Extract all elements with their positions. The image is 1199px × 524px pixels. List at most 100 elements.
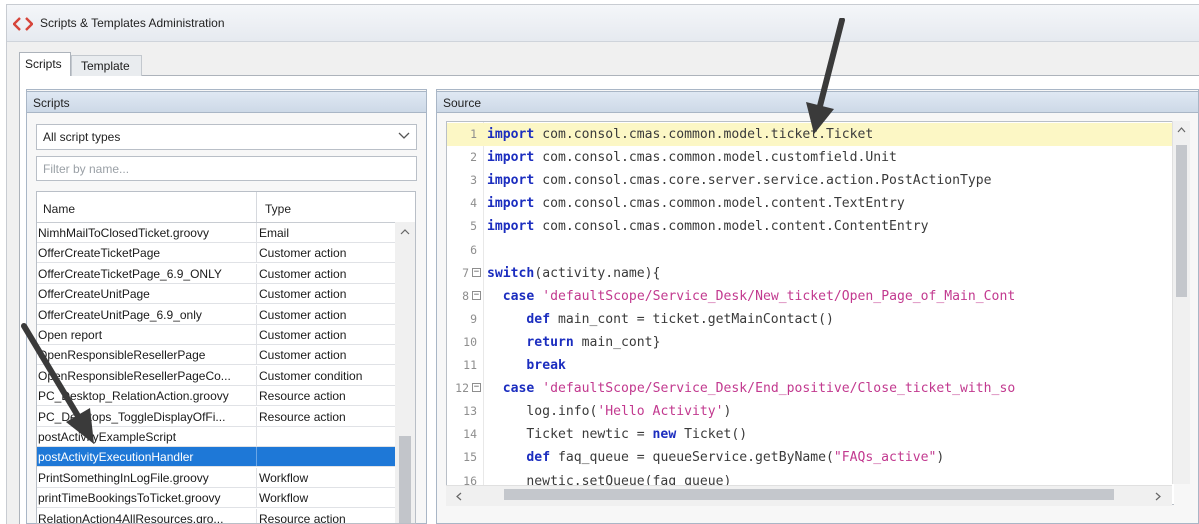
code-keyword: case (502, 288, 535, 304)
script-name-cell: PrintSomethingInLogFile.groovy (38, 470, 209, 485)
scroll-up-icon[interactable] (1176, 126, 1187, 134)
code-line[interactable]: 11 break (447, 354, 1174, 377)
line-number: 9 (470, 311, 477, 326)
code-keyword: import (487, 196, 535, 212)
tab-template[interactable]: Template (71, 55, 142, 76)
code-keyword: import (487, 219, 535, 235)
code-token: main_cont = ticket.getMainContact() (550, 311, 834, 327)
code-line[interactable]: 13 log.info('Hello Activity') (447, 400, 1174, 423)
chevron-down-icon[interactable] (397, 130, 411, 142)
script-name-cell: printTimeBookingsToTicket.groovy (38, 491, 221, 506)
annotation-arrow-icon (806, 18, 845, 134)
annotation-arrow-icon (21, 323, 94, 444)
line-number: 2 (470, 150, 477, 165)
scroll-up-icon[interactable] (399, 228, 411, 236)
cell-divider (256, 345, 257, 365)
code-string: 'defaultScope/Service_Desk/End_positive/… (542, 381, 1016, 397)
cell-divider (256, 427, 257, 446)
table-row[interactable]: OfferCreateTicketPage_6.9_ONLY Customer a… (37, 263, 395, 284)
table-row[interactable]: OfferCreateUnitPage Customer action (37, 284, 395, 305)
table-row[interactable]: NimhMailToClosedTicket.groovy Email (37, 223, 395, 243)
scroll-right-icon[interactable] (1154, 491, 1162, 502)
code-token: Ticket newtic = (487, 427, 653, 443)
filter-by-name-input[interactable] (36, 156, 417, 181)
line-number: 11 (463, 358, 477, 372)
code-line[interactable]: 10 return main_cont} (447, 331, 1174, 354)
scroll-left-icon[interactable] (455, 491, 463, 502)
code-text: break (487, 354, 565, 377)
table-row[interactable]: OfferCreateTicketPage Customer action (37, 243, 395, 264)
code-token: ) (723, 404, 732, 420)
code-token: Ticket() (676, 427, 748, 443)
code-text: return main_cont} (487, 331, 660, 354)
editor-vertical-scrollbar-thumb[interactable] (1176, 145, 1187, 297)
code-line[interactable]: 9 def main_cont = ticket.getMainContact(… (447, 308, 1174, 331)
fold-toggle-icon[interactable]: − (472, 290, 481, 300)
code-line[interactable]: 12− case 'defaultScope/Service_Desk/End_… (447, 377, 1174, 400)
code-line[interactable]: 14 Ticket newtic = new Ticket() (447, 423, 1174, 446)
table-header: Name Type (37, 192, 415, 223)
line-number: 15 (463, 450, 477, 465)
line-number: 14 (463, 427, 477, 442)
code-text: log.info('Hello Activity') (487, 400, 731, 423)
script-name-cell: OfferCreateTicketPage_6.9_ONLY (38, 266, 222, 281)
code-token: (activity.name){ (534, 265, 661, 281)
script-type-cell: Resource action (259, 511, 346, 524)
code-line[interactable]: 5 import com.consol.cmas.common.model.con… (447, 215, 1174, 238)
cell-divider (256, 508, 257, 523)
code-keyword: import (487, 173, 535, 189)
cell-divider (256, 406, 257, 426)
code-line[interactable]: 7− switch(activity.name){ (447, 262, 1174, 285)
scrollbar-thumb[interactable] (399, 436, 411, 523)
cell-divider (256, 284, 257, 304)
code-text: import com.consol.cmas.common.model.cont… (487, 215, 928, 238)
code-line[interactable]: 2 import com.consol.cmas.common.model.cus… (447, 146, 1174, 169)
code-token: ) (936, 450, 945, 466)
cell-divider (256, 223, 257, 242)
column-divider[interactable] (256, 192, 257, 222)
code-keyword: import (487, 150, 535, 166)
fold-toggle-icon[interactable]: − (472, 267, 481, 277)
table-row[interactable]: postActivityExecutionHandler (37, 447, 395, 468)
script-type-cell: Workflow (259, 470, 309, 485)
code-keyword: import (487, 127, 535, 142)
script-type-select[interactable]: All script types (36, 124, 417, 150)
cell-divider (256, 304, 257, 324)
code-text: switch(activity.name){ (487, 262, 660, 285)
line-number: 10 (463, 334, 477, 349)
code-line[interactable]: 15 def faq_queue = queueService.getByNam… (447, 446, 1174, 469)
script-type-cell: Email (259, 226, 290, 240)
code-string: 'Hello Activity' (597, 404, 724, 420)
tab-scripts[interactable]: Scripts (19, 52, 71, 76)
table-row[interactable]: RelationAction4AllResources.gro... Resour… (37, 508, 395, 524)
code-text: case 'defaultScope/Service_Desk/New_tick… (487, 285, 1015, 308)
line-number: 4 (470, 196, 477, 211)
code-text: case 'defaultScope/Service_Desk/End_posi… (487, 377, 1015, 400)
code-line[interactable]: 4 import com.consol.cmas.common.model.con… (447, 192, 1174, 215)
editor-horizontal-scrollbar-thumb[interactable] (504, 489, 1114, 500)
scripts-table-scrollbar[interactable] (395, 222, 415, 523)
column-header-name[interactable]: Name (43, 202, 75, 216)
code-token: main_cont} (573, 334, 661, 350)
code-line[interactable]: 3 import com.consol.cmas.core.server.serv… (447, 169, 1174, 192)
script-name-cell: RelationAction4AllResources.gro... (38, 511, 224, 524)
code-editor[interactable]: 1 import com.consol.cmas.common.model.tic… (446, 121, 1174, 505)
script-name-cell: OfferCreateUnitPage (38, 287, 150, 302)
script-type-cell: Workflow (259, 491, 309, 506)
script-name-cell: NimhMailToClosedTicket.groovy (38, 226, 209, 240)
line-number: 1 (470, 127, 477, 141)
fold-toggle-icon[interactable]: − (472, 383, 481, 393)
cell-divider (256, 488, 257, 508)
line-number: 3 (470, 173, 477, 188)
table-row[interactable]: printTimeBookingsToTicket.groovy Workflow (37, 488, 395, 509)
code-token: com.consol.cmas.common.model.customfield… (534, 150, 897, 166)
code-line[interactable]: 6 (447, 239, 1174, 262)
code-line[interactable]: 8− case 'defaultScope/Service_Desk/New_t… (447, 285, 1174, 308)
column-header-type[interactable]: Type (265, 202, 291, 216)
table-row[interactable]: PrintSomethingInLogFile.groovy Workflow (37, 467, 395, 488)
